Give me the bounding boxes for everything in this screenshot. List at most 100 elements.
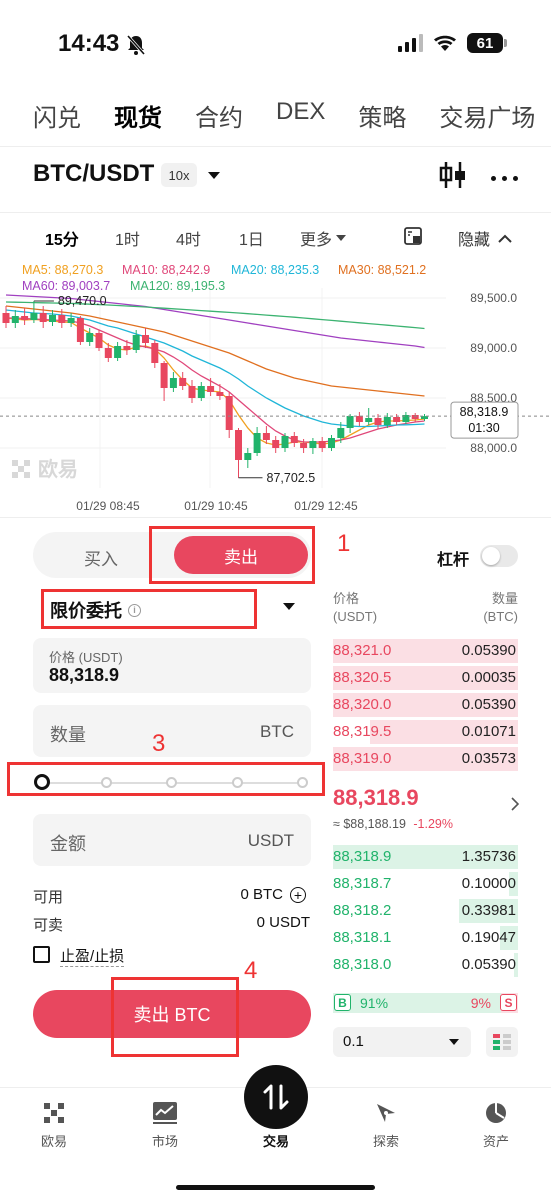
ask-row[interactable]: 88,320.0 0.05390 — [333, 693, 518, 717]
price-input[interactable]: 价格 (USDT) 88,318.9 — [33, 638, 311, 693]
trade-button[interactable] — [244, 1065, 308, 1129]
okx-logo-mark — [12, 460, 18, 466]
okx-logo-mark — [12, 472, 18, 478]
bid-row[interactable]: 88,318.2 0.33981 — [333, 899, 518, 923]
timeframe-1h[interactable]: 1时 — [115, 226, 140, 250]
timeframe-more[interactable]: 更多 — [300, 226, 347, 250]
available-value: 0 BTC — [240, 886, 283, 903]
nav-assets[interactable]: 资产 — [456, 1088, 536, 1150]
candle-body — [235, 430, 242, 460]
nav-okx-label: 欧易 — [40, 1134, 67, 1149]
tab-trading-square[interactable]: 交易广场 — [439, 98, 535, 133]
hide-chart-button[interactable]: 隐藏 — [458, 226, 512, 250]
bid-qty: 0.05390 — [461, 956, 516, 973]
tab-spot[interactable]: 现货 — [114, 98, 162, 133]
timeframe-4h[interactable]: 4时 — [176, 226, 201, 250]
ask-row[interactable]: 88,319.0 0.03573 — [333, 747, 518, 771]
candle-body — [300, 443, 308, 448]
candle-body — [123, 346, 131, 350]
ask-qty: 0.05390 — [461, 696, 516, 713]
candle-body — [11, 316, 19, 323]
bid-row[interactable]: 88,318.7 0.10000 — [333, 872, 518, 896]
candle-body — [262, 433, 270, 440]
chevron-down-icon — [449, 1039, 459, 1045]
candle-body — [86, 333, 94, 342]
candle-body — [393, 417, 401, 422]
ask-qty: 0.00035 — [461, 669, 516, 686]
candlestick-chart[interactable]: 欧易 MA5: 88,270.3 MA10: 88,242.9 MA20: 88,23… — [0, 258, 551, 516]
amount-input[interactable]: 金额 USDT — [33, 814, 311, 866]
candlestick-icon[interactable] — [439, 160, 467, 190]
timeframe-15m[interactable]: 15分 — [45, 226, 79, 250]
candle-body — [328, 438, 335, 448]
market-chart-icon — [153, 1102, 177, 1124]
tab-strategy[interactable]: 策略 — [358, 98, 406, 133]
ask-row[interactable]: 88,321.0 0.05390 — [333, 639, 518, 663]
candle-body — [30, 313, 38, 320]
orderbook-layout-icon[interactable] — [486, 1027, 518, 1057]
candle-body — [142, 335, 149, 343]
candle-body — [355, 416, 363, 422]
candle-body — [49, 315, 56, 322]
pair-name[interactable]: BTC/USDT — [33, 160, 154, 188]
bid-price: 88,318.9 — [333, 848, 392, 865]
y-tick-label: 89,000.0 — [470, 341, 517, 355]
depth-step-selector[interactable]: 0.1 — [333, 1027, 471, 1057]
more-options-icon[interactable] — [491, 176, 518, 181]
buy-tab[interactable]: 买入 — [84, 545, 118, 570]
last-price-usd-value: ≈ $88,188.19 — [333, 817, 406, 831]
ob-price-header: 价格 — [333, 591, 360, 606]
tab-dex[interactable]: DEX — [276, 98, 325, 133]
nav-market[interactable]: 市场 — [125, 1088, 205, 1150]
leverage-toggle[interactable] — [480, 545, 518, 567]
timeframe-1d[interactable]: 1日 — [239, 226, 264, 250]
nav-okx[interactable]: 欧易 — [14, 1088, 94, 1150]
ask-row[interactable]: 88,320.5 0.00035 — [333, 666, 518, 690]
ma-legend-item: MA120: 89,195.3 — [130, 279, 225, 293]
order-type-dropdown-icon[interactable] — [283, 603, 295, 610]
top-tabs: 闪兑 现货 合约 DEX 策略 交易广场 — [33, 98, 535, 133]
annotation-box-3 — [7, 762, 325, 796]
tpsl-label[interactable]: 止盈/止损 — [60, 945, 125, 967]
tpsl-checkbox[interactable] — [33, 946, 50, 963]
ma-legend-item: MA60: 89,003.7 — [22, 279, 110, 293]
swap-arrows-icon — [263, 1084, 289, 1110]
sell-ratio-text: 9% — [470, 995, 491, 1011]
ma-legend-item: MA5: 88,270.3 — [22, 263, 103, 277]
sellable-value: 0 USDT — [256, 914, 310, 931]
candle-body — [309, 441, 317, 448]
tab-swap[interactable]: 闪兑 — [33, 98, 81, 133]
nav-trade-label: 交易 — [262, 1134, 289, 1149]
y-tick-label: 88,000.0 — [470, 441, 517, 455]
candle-body — [160, 363, 168, 388]
sellable-label: 可卖 — [33, 917, 64, 934]
last-price[interactable]: 88,318.9 — [333, 785, 419, 811]
candle-body — [216, 392, 224, 396]
ask-row[interactable]: 88,319.5 0.01071 — [333, 720, 518, 744]
tab-futures[interactable]: 合约 — [195, 98, 243, 133]
amount-label: 金额 — [50, 834, 86, 854]
bid-row[interactable]: 88,318.0 0.05390 — [333, 953, 518, 977]
nav-explore[interactable]: 探索 — [346, 1088, 426, 1150]
price-input-value: 88,318.9 — [49, 665, 120, 685]
bid-row[interactable]: 88,318.9 1.35736 — [333, 845, 518, 869]
quantity-input[interactable]: 数量 BTC — [33, 705, 311, 757]
candle-body — [95, 333, 103, 348]
ask-price: 88,320.5 — [333, 669, 392, 686]
ask-qty: 0.03573 — [461, 750, 516, 767]
pair-dropdown-icon[interactable] — [208, 172, 220, 179]
last-price-tag-value: 88,318.9 — [460, 405, 509, 419]
bid-price: 88,318.2 — [333, 902, 392, 919]
candle-body — [253, 433, 261, 453]
divider — [0, 212, 551, 213]
last-price-usd: ≈ $88,188.19 -1.29% — [333, 817, 453, 831]
bid-row[interactable]: 88,318.1 0.19047 — [333, 926, 518, 950]
candle-body — [383, 417, 391, 425]
add-funds-icon[interactable]: + — [290, 887, 306, 903]
chart-settings-icon[interactable] — [404, 227, 422, 245]
chevron-right-icon[interactable] — [511, 797, 519, 811]
annotation-1: 1 — [337, 530, 351, 557]
candle-body — [114, 346, 122, 358]
available-label: 可用 — [33, 889, 64, 906]
ob-qty-unit: (BTC) — [483, 609, 518, 624]
